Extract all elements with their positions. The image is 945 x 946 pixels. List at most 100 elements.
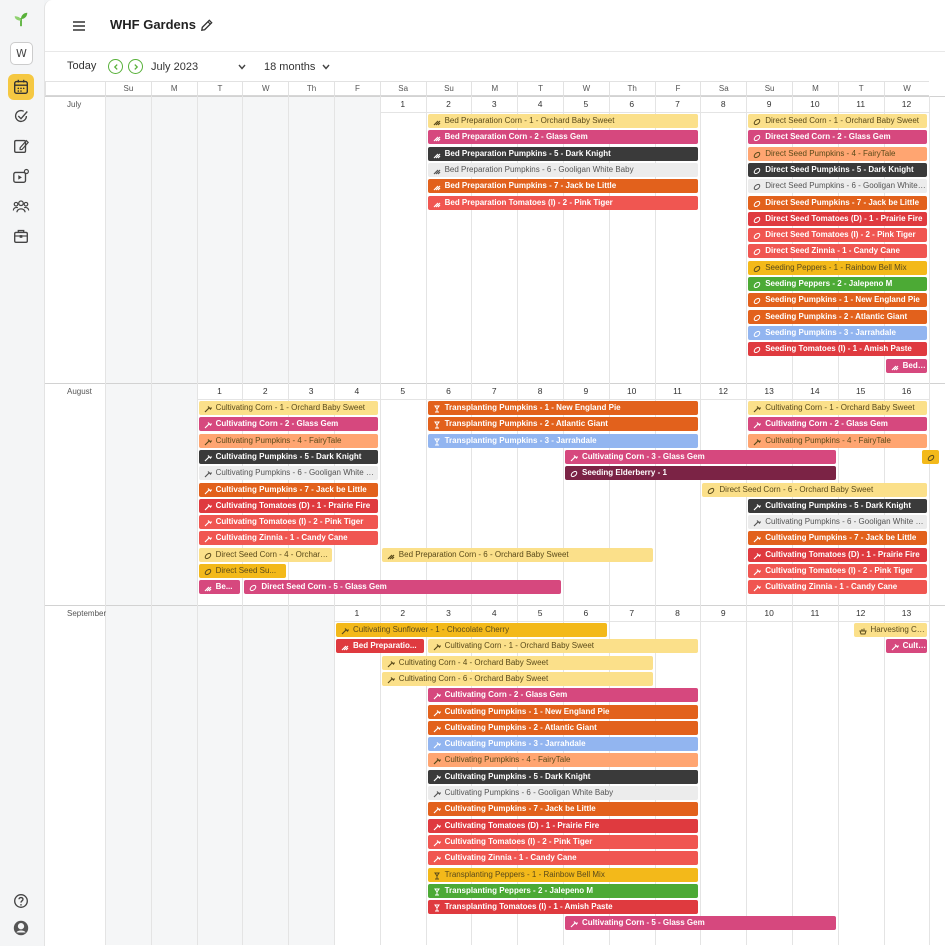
- today-button[interactable]: Today: [67, 60, 96, 72]
- event-bar[interactable]: Bed Preparation Tomatoes (I) - 2 - Pink …: [427, 195, 699, 210]
- event-bar[interactable]: Cultivating Tomatoes (I) - 2 - Pink Tige…: [748, 564, 928, 578]
- next-month-button[interactable]: [128, 59, 143, 74]
- day-number[interactable]: 4: [517, 97, 563, 111]
- day-number[interactable]: 8: [655, 606, 701, 620]
- event-bar[interactable]: Transplanting Peppers - 1 - Rainbow Bell…: [427, 867, 699, 882]
- prev-month-button[interactable]: [108, 59, 123, 74]
- day-number[interactable]: 5: [517, 606, 563, 620]
- hamburger-menu-icon[interactable]: [71, 18, 87, 34]
- event-bar[interactable]: Cultivating Tomatoes (I) - 2 - Pink Tige…: [427, 834, 699, 849]
- event-bar[interactable]: Cultivating Pumpkins - 3 - Jarrahdale: [427, 737, 699, 752]
- event-bar[interactable]: Bed Preparation Pumpkins - 6 - Gooligan …: [427, 162, 699, 177]
- event-bar[interactable]: Transplanting Pumpkins - 1 - New England…: [427, 401, 699, 415]
- event-bar[interactable]: Direct Seed Pumpkins - 4 - FairyTale: [748, 146, 928, 161]
- event-bar[interactable]: Cultivating Corn - 4 - Orchard Baby Swee…: [381, 655, 653, 670]
- event-bar[interactable]: Be...: [198, 580, 241, 595]
- day-number[interactable]: 15: [838, 384, 884, 398]
- workspace-badge[interactable]: W: [10, 42, 33, 65]
- day-number[interactable]: 1: [334, 606, 380, 620]
- event-bar[interactable]: Cultivating Pumpkins - 4 - FairyTale: [198, 433, 378, 448]
- event-bar[interactable]: Direct Seed Pumpkins - 7 - Jack be Littl…: [748, 195, 928, 210]
- day-number[interactable]: 9: [746, 97, 792, 111]
- event-bar[interactable]: Cultivating Pumpkins - 6 - Gooligan Whit…: [748, 515, 928, 530]
- event-bar[interactable]: Bed Preparation Corn - 1 - Orchard Baby …: [427, 114, 699, 128]
- event-bar[interactable]: Direct Seed Zinnia - 1 - Candy Cane: [748, 244, 928, 259]
- edit-pencil-icon[interactable]: [199, 18, 214, 33]
- user-avatar-icon[interactable]: [8, 915, 34, 941]
- event-bar[interactable]: Cultivating Pumpkins - 5 - Dark Knight: [748, 498, 928, 513]
- event-bar[interactable]: Cultivating Corn - 1 - Orchard Baby Swee…: [748, 401, 928, 415]
- event-bar[interactable]: Cultivating Tomatoes (D) - 1 - Prairie F…: [198, 498, 378, 513]
- event-bar[interactable]: Direct Seed Corn - 4 - Orchard Baby Swee…: [198, 547, 332, 562]
- event-bar[interactable]: Cultivating Corn - 2 - Glass Gem: [748, 417, 928, 432]
- event-bar[interactable]: Cultivating Tomatoes (I) - 2 - Pink Tige…: [198, 515, 378, 530]
- event-bar[interactable]: Cultivating Pumpkins - 6 - Gooligan Whit…: [198, 466, 378, 481]
- event-bar[interactable]: Bed Preparatio...: [336, 639, 424, 654]
- event-bar[interactable]: Transplanting Peppers - 2 - Jalepeno M: [427, 883, 699, 898]
- event-bar[interactable]: Cultivating Pumpkins - 7 - Jack be Littl…: [427, 802, 699, 817]
- event-bar[interactable]: Direct Seed Pumpkins - 6 - Gooligan Whit…: [748, 179, 928, 194]
- day-number[interactable]: 12: [700, 384, 746, 398]
- event-bar[interactable]: Seeding Pumpkins - 1 - New England Pie: [748, 293, 928, 308]
- event-bar[interactable]: Cultivating Tomatoes (D) - 1 - Prairie F…: [427, 818, 699, 833]
- event-bar[interactable]: Direct Seed Corn - 1 - Orchard Baby Swee…: [748, 114, 928, 128]
- day-number[interactable]: 11: [838, 97, 884, 111]
- chevron-down-icon[interactable]: [321, 62, 331, 70]
- event-bar[interactable]: Cultivating Sunflower - 1 - Chocolate Ch…: [336, 623, 607, 637]
- day-number[interactable]: 14: [792, 384, 838, 398]
- task-check-icon[interactable]: [8, 103, 34, 129]
- day-number[interactable]: 9: [700, 606, 746, 620]
- day-number[interactable]: 13: [884, 606, 930, 620]
- help-icon[interactable]: [8, 888, 34, 914]
- event-bar[interactable]: Cultivating Pumpkins - 4 - FairyTale: [748, 433, 928, 448]
- event-bar[interactable]: Cultivating Corn - 1 - Orchard Baby Swee…: [427, 639, 699, 654]
- event-bar[interactable]: Seeding Peppers - 2 - Jalepeno M: [748, 277, 928, 291]
- day-number[interactable]: 4: [471, 606, 517, 620]
- sprout-logo-icon[interactable]: [8, 6, 34, 32]
- day-number[interactable]: 12: [884, 97, 930, 111]
- day-number[interactable]: 16: [884, 384, 930, 398]
- day-number[interactable]: 8: [517, 384, 563, 398]
- event-bar[interactable]: Cultivating Pumpkins - 5 - Dark Knight: [198, 449, 378, 464]
- event-bar[interactable]: Cultivating Pumpkins - 1 - New England P…: [427, 704, 699, 719]
- day-number[interactable]: 11: [792, 606, 838, 620]
- event-bar[interactable]: Seeding Peppers - 1 - Rainbow Bell Mix: [748, 260, 928, 275]
- event-bar[interactable]: Seeding Pumpkins - 3 - Jarrahdale: [748, 325, 928, 340]
- day-number[interactable]: 7: [655, 97, 701, 111]
- event-bar[interactable]: Cultivating Corn - 6 - Orchard Baby Swee…: [381, 671, 653, 686]
- event-bar[interactable]: Bed Preparation Corn - 6 - Orchard Baby …: [381, 547, 653, 562]
- event-bar[interactable]: Transplanting Pumpkins - 3 - Jarrahdale: [427, 433, 699, 448]
- month-select[interactable]: July 2023: [151, 61, 198, 73]
- event-bar[interactable]: Cultivating Pumpkins - 7 - Jack be Littl…: [748, 531, 928, 546]
- event-bar[interactable]: Bed Preparation Pumpkins - 7 - Jack be L…: [427, 179, 699, 194]
- day-number[interactable]: 1: [380, 97, 426, 111]
- day-number[interactable]: 7: [471, 384, 517, 398]
- range-select[interactable]: 18 months: [264, 61, 315, 73]
- event-bar[interactable]: Direct Seed Pumpkins - 5 - Dark Knight: [748, 162, 928, 177]
- event-bar[interactable]: Seeding Tomatoes (I) - 1 - Amish Paste: [748, 342, 928, 357]
- event-bar[interactable]: Bed Prepara: [885, 358, 928, 373]
- day-number[interactable]: 2: [426, 97, 472, 111]
- event-bar[interactable]: Bed Preparation Pumpkins - 5 - Dark Knig…: [427, 146, 699, 161]
- day-number[interactable]: 3: [426, 606, 472, 620]
- day-number[interactable]: 2: [380, 606, 426, 620]
- event-bar[interactable]: Cultivating Tomatoes (D) - 1 - Prairie F…: [748, 547, 928, 562]
- event-bar[interactable]: Direct Seed Corn - 5 - Glass Gem: [244, 580, 561, 595]
- event-bar[interactable]: Direct Seed Tomatoes (D) - 1 - Prairie F…: [748, 211, 928, 226]
- event-bar[interactable]: Cultivating Corn - 5 - Glass Gem: [565, 916, 836, 931]
- event-bar[interactable]: Cultivating Pumpkins - 5 - Dark Knight: [427, 769, 699, 784]
- event-bar[interactable]: Bed Preparation Corn - 2 - Glass Gem: [427, 130, 699, 145]
- chevron-down-icon[interactable]: [237, 62, 247, 70]
- event-bar[interactable]: Cultivating C: [885, 639, 928, 654]
- event-bar[interactable]: Cultivating Pumpkins - 4 - FairyTale: [427, 753, 699, 768]
- day-number[interactable]: 1: [197, 384, 243, 398]
- event-bar[interactable]: Cultivating Zinnia - 1 - Candy Cane: [427, 851, 699, 866]
- day-number[interactable]: 6: [563, 606, 609, 620]
- event-bar[interactable]: Cultivating Corn - 2 - Glass Gem: [198, 417, 378, 432]
- event-bar[interactable]: Seeding Pumpkins - 2 - Atlantic Giant: [748, 309, 928, 324]
- event-bar[interactable]: Direct Seed Su...: [198, 564, 287, 578]
- calendar-icon[interactable]: [8, 74, 34, 100]
- event-bar[interactable]: Cultivating Pumpkins - 7 - Jack be Littl…: [198, 482, 378, 497]
- event-bar[interactable]: Cultivating Zinnia - 1 - Candy Cane: [198, 531, 378, 546]
- day-number[interactable]: 13: [746, 384, 792, 398]
